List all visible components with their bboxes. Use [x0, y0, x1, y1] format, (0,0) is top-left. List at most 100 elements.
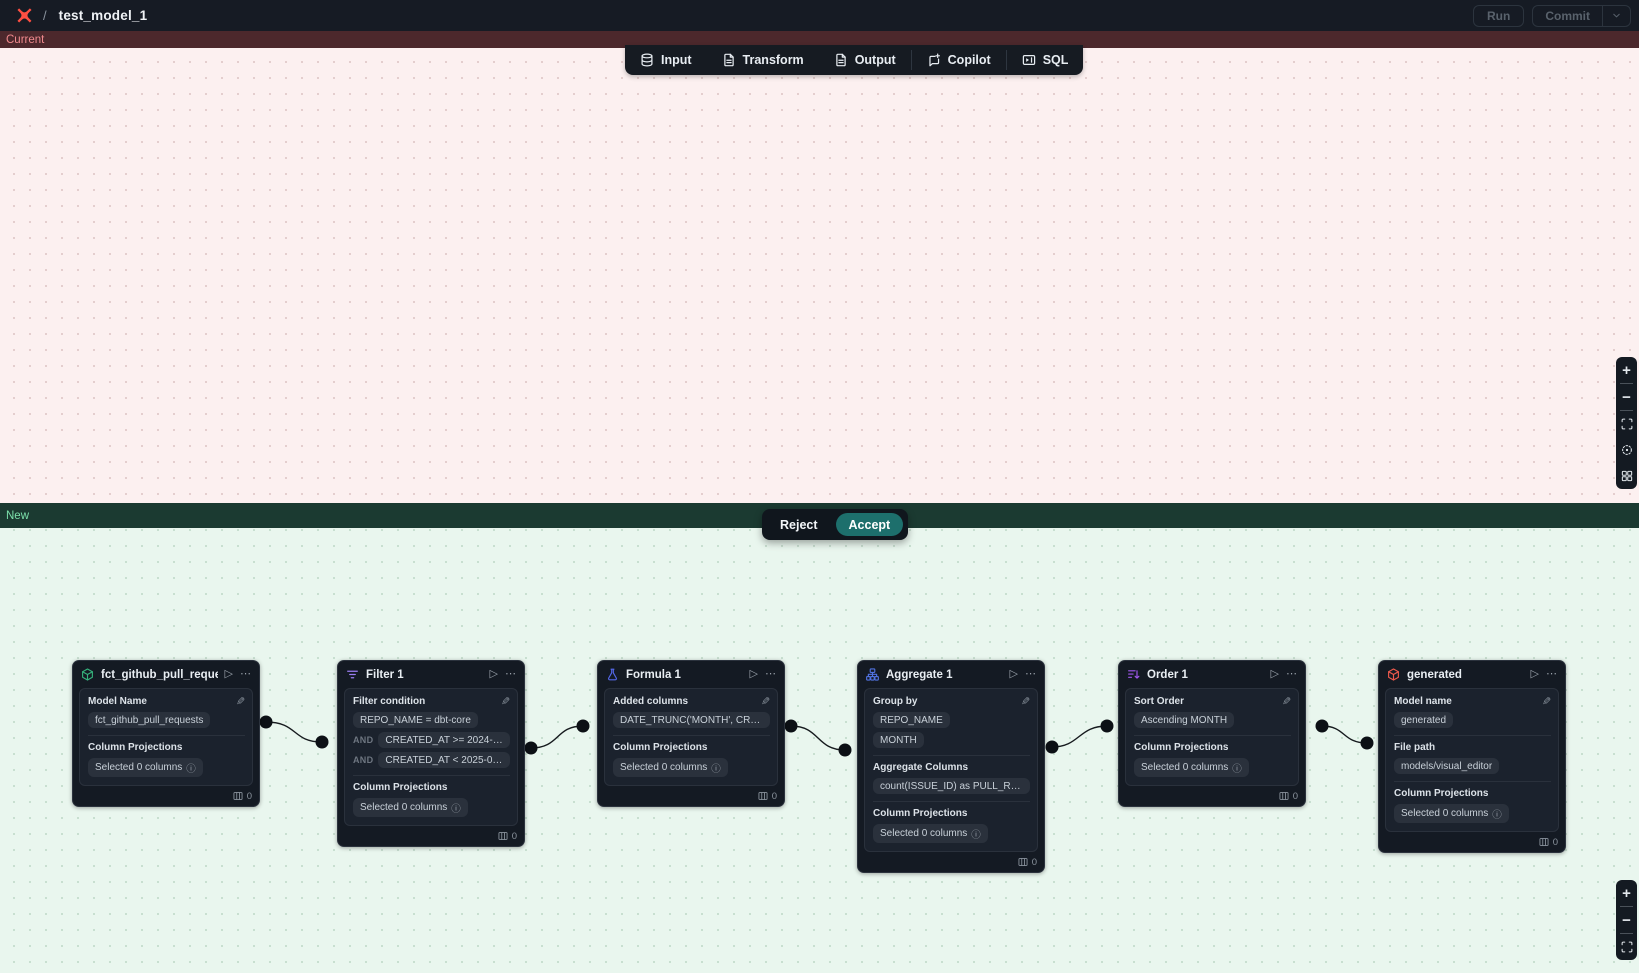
node-field: Column Projections Selected 0 columnsⓘ: [353, 775, 510, 817]
node-fct-github-pull-requests[interactable]: fct_github_pull_requests ▷ ⋯ ✎ Model Nam…: [72, 660, 260, 807]
node-field: Sort Order Ascending MONTH: [1134, 696, 1291, 728]
column-projections-chip[interactable]: Selected 0 columnsⓘ: [1134, 758, 1249, 777]
info-icon[interactable]: ⓘ: [1492, 807, 1502, 821]
edit-pencil-icon[interactable]: ✎: [761, 695, 770, 708]
edit-pencil-icon[interactable]: ✎: [1021, 695, 1030, 708]
node-generated[interactable]: generated ▷ ⋯ ✎ Model name generated Fil…: [1378, 660, 1566, 853]
fit-view-button[interactable]: [1616, 934, 1637, 960]
node-menu-icon[interactable]: ⋯: [1286, 669, 1297, 680]
column-projections-chip[interactable]: Selected 0 columnsⓘ: [1394, 804, 1509, 823]
filter-condition-chip[interactable]: CREATED_AT >= 2024-12-01: [378, 732, 510, 748]
node-menu-icon[interactable]: ⋯: [1025, 669, 1036, 680]
table-icon: [1279, 791, 1289, 801]
node-footer: 0: [1119, 786, 1305, 806]
added-column-chip[interactable]: DATE_TRUNC('MONTH', CREATED_AT…: [613, 712, 770, 728]
info-icon[interactable]: ⓘ: [1232, 761, 1242, 775]
commit-button[interactable]: Commit: [1532, 5, 1631, 27]
node-order-1[interactable]: Order 1 ▷ ⋯ ✎ Sort Order Ascending MONTH…: [1118, 660, 1306, 807]
play-icon[interactable]: ▷: [490, 669, 498, 680]
node-menu-icon[interactable]: ⋯: [765, 669, 776, 680]
row-count: 0: [247, 791, 252, 802]
info-icon[interactable]: ⓘ: [186, 761, 196, 775]
play-icon[interactable]: ▷: [1010, 669, 1018, 680]
edit-pencil-icon[interactable]: ✎: [236, 695, 245, 708]
field-label: Column Projections: [1394, 788, 1551, 799]
node-menu-icon[interactable]: ⋯: [505, 669, 516, 680]
column-projections-chip[interactable]: Selected 0 columnsⓘ: [873, 824, 988, 843]
model-cube-icon: [81, 668, 94, 681]
sort-order-chip[interactable]: Ascending MONTH: [1134, 712, 1234, 728]
commit-dropdown-button[interactable]: [1602, 6, 1630, 26]
info-icon[interactable]: ⓘ: [971, 827, 981, 841]
fit-view-button[interactable]: [1616, 411, 1637, 437]
filter-condition-chip[interactable]: CREATED_AT < 2025-03-01: [378, 752, 510, 768]
current-model-canvas[interactable]: [0, 48, 1639, 503]
table-icon: [1018, 857, 1028, 867]
copilot-chat-icon: [927, 53, 941, 67]
node-footer: 0: [1379, 832, 1565, 852]
toolbar-input-button[interactable]: Input: [625, 45, 707, 75]
group-by-chip[interactable]: REPO_NAME: [873, 712, 950, 728]
fit-view-icon: [1621, 418, 1633, 430]
node-field: Aggregate Columns count(ISSUE_ID) as PUL…: [873, 755, 1030, 794]
accept-button[interactable]: Accept: [836, 513, 904, 536]
info-icon[interactable]: ⓘ: [451, 801, 461, 815]
play-icon[interactable]: ▷: [1531, 669, 1539, 680]
node-formula-1[interactable]: Formula 1 ▷ ⋯ ✎ Added columns DATE_TRUNC…: [597, 660, 785, 807]
node-body: ✎ Model name generated File path models/…: [1385, 688, 1559, 832]
table-icon: [758, 791, 768, 801]
reject-button[interactable]: Reject: [768, 513, 830, 536]
edit-pencil-icon[interactable]: ✎: [1282, 695, 1291, 708]
edit-pencil-icon[interactable]: ✎: [501, 695, 510, 708]
toolbar-copilot-button[interactable]: Copilot: [912, 45, 1006, 75]
filter-icon: [346, 668, 359, 681]
node-filter-1[interactable]: Filter 1 ▷ ⋯ ✎ Filter condition REPO_NAM…: [337, 660, 525, 847]
info-icon[interactable]: ⓘ: [711, 761, 721, 775]
zoom-out-button[interactable]: −: [1616, 384, 1637, 410]
field-label: Column Projections: [1134, 742, 1291, 753]
field-label: Added columns: [613, 696, 770, 707]
play-icon[interactable]: ▷: [750, 669, 758, 680]
zoom-in-button[interactable]: +: [1616, 880, 1637, 906]
formula-flask-icon: [606, 668, 619, 681]
field-label: Filter condition: [353, 696, 510, 707]
group-by-chip[interactable]: MONTH: [873, 732, 924, 748]
node-field: Group by REPO_NAME MONTH: [873, 696, 1030, 748]
toolbar-sql-button[interactable]: SQL: [1007, 45, 1084, 75]
edit-pencil-icon[interactable]: ✎: [1542, 695, 1551, 708]
auto-layout-button[interactable]: [1616, 463, 1637, 489]
column-projections-chip[interactable]: Selected 0 columnsⓘ: [613, 758, 728, 777]
node-body: ✎ Sort Order Ascending MONTH Column Proj…: [1125, 688, 1299, 786]
model-name-chip[interactable]: generated: [1394, 712, 1453, 728]
toolbar-sql-label: SQL: [1043, 53, 1069, 67]
locate-button[interactable]: [1616, 437, 1637, 463]
layout-grid-icon: [1621, 470, 1633, 482]
sort-order-icon: [1127, 668, 1140, 681]
filter-condition-chip[interactable]: REPO_NAME = dbt-core: [353, 712, 478, 728]
zoom-in-button[interactable]: +: [1616, 357, 1637, 383]
field-label: Column Projections: [613, 742, 770, 753]
toolbar-output-button[interactable]: Output: [819, 45, 911, 75]
column-projections-chip[interactable]: Selected 0 columnsⓘ: [353, 798, 468, 817]
field-label: Column Projections: [353, 782, 510, 793]
current-canvas-controls: + −: [1616, 357, 1637, 489]
run-button[interactable]: Run: [1473, 5, 1524, 27]
row-count: 0: [512, 831, 517, 842]
node-footer: 0: [73, 786, 259, 806]
file-path-chip[interactable]: models/visual_editor: [1394, 758, 1499, 774]
dbt-logo-icon[interactable]: [16, 7, 33, 24]
play-icon[interactable]: ▷: [225, 669, 233, 680]
column-projections-chip[interactable]: Selected 0 columnsⓘ: [88, 758, 203, 777]
zoom-out-button[interactable]: −: [1616, 907, 1637, 933]
node-field: Model name generated: [1394, 696, 1551, 728]
aggregate-column-chip[interactable]: count(ISSUE_ID) as PULL_REQUEST_…: [873, 778, 1030, 794]
node-menu-icon[interactable]: ⋯: [240, 669, 251, 680]
commit-button-label[interactable]: Commit: [1533, 9, 1602, 23]
node-aggregate-1[interactable]: Aggregate 1 ▷ ⋯ ✎ Group by REPO_NAME MON…: [857, 660, 1045, 873]
toolbar-transform-button[interactable]: Transform: [707, 45, 819, 75]
play-icon[interactable]: ▷: [1271, 669, 1279, 680]
node-header: fct_github_pull_requests ▷ ⋯: [73, 661, 259, 688]
top-bar: / test_model_1 Run Commit: [0, 0, 1639, 31]
node-menu-icon[interactable]: ⋯: [1546, 669, 1557, 680]
value-chip[interactable]: fct_github_pull_requests: [88, 712, 210, 728]
